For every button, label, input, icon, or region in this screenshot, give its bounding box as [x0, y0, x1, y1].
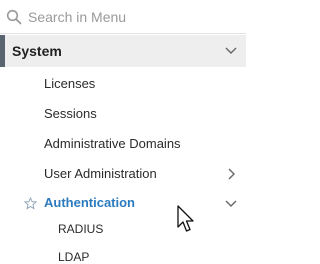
active-section-indicator	[0, 35, 5, 67]
menu-item-label: Sessions	[44, 106, 97, 121]
chevron-down-icon[interactable]	[224, 198, 238, 210]
mouse-cursor-icon	[177, 205, 194, 232]
submenu-item-radius[interactable]: RADIUS	[58, 222, 103, 236]
menu-item-sessions[interactable]: Sessions	[0, 100, 246, 126]
submenu-item-ldap[interactable]: LDAP	[58, 250, 89, 264]
section-label: System	[12, 43, 62, 59]
menu-item-label: Licenses	[44, 76, 96, 91]
search-icon	[6, 9, 22, 25]
star-icon[interactable]	[24, 197, 37, 210]
chevron-right-icon[interactable]	[226, 167, 236, 181]
menu-item-administrative-domains[interactable]: Administrative Domains	[0, 130, 246, 156]
menu-item-label: User Administration	[44, 166, 157, 181]
search-input[interactable]: Search in Menu	[28, 9, 126, 25]
menu-section-system[interactable]: System	[0, 35, 246, 67]
menu-item-licenses[interactable]: Licenses	[0, 70, 246, 96]
menu-item-label: Administrative Domains	[44, 136, 181, 151]
menu-item-user-administration[interactable]: User Administration	[0, 160, 246, 186]
menu-item-authentication[interactable]: Authentication	[44, 195, 135, 210]
menu-search[interactable]: Search in Menu	[0, 0, 246, 34]
chevron-down-icon[interactable]	[224, 44, 238, 58]
